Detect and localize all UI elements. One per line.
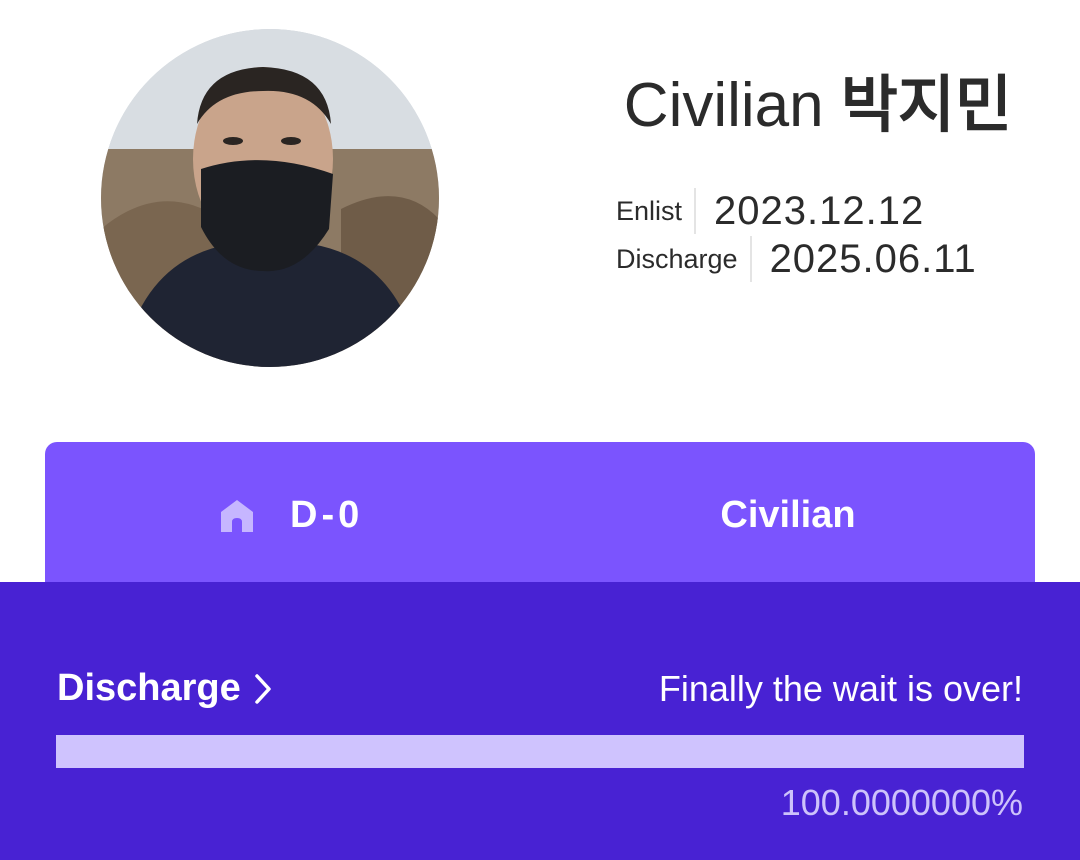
- progress-percent: 100.0000000%: [780, 782, 1023, 823]
- profile-name: Civilian 박지민: [560, 62, 1012, 149]
- progress-fill: [56, 735, 1024, 768]
- progress-bar: [56, 735, 1024, 768]
- enlist-label: Enlist: [616, 195, 683, 226]
- enlist-date: 2023.12.12: [714, 188, 925, 233]
- avatar-photo: [101, 29, 439, 367]
- enlist-row: Enlist 2023.12.12: [616, 187, 924, 235]
- discharge-row: Discharge 2025.06.11: [616, 235, 977, 283]
- discharge-date: 2025.06.11: [769, 236, 977, 281]
- status-rank: Civilian: [720, 494, 856, 536]
- name-prefix: Civilian: [623, 71, 824, 140]
- divider: [694, 188, 697, 234]
- discharge-link[interactable]: Discharge: [57, 667, 273, 710]
- discharge-link-label: Discharge: [57, 667, 241, 709]
- discharge-label: Discharge: [616, 243, 738, 274]
- chevron-right-icon: [255, 673, 271, 704]
- dday-counter: D-0: [290, 494, 364, 536]
- name-korean: 박지민: [840, 68, 1012, 141]
- home-icon: [221, 500, 253, 532]
- divider: [749, 236, 752, 282]
- avatar: [101, 29, 439, 367]
- discharge-message: Finally the wait is over!: [658, 668, 1023, 709]
